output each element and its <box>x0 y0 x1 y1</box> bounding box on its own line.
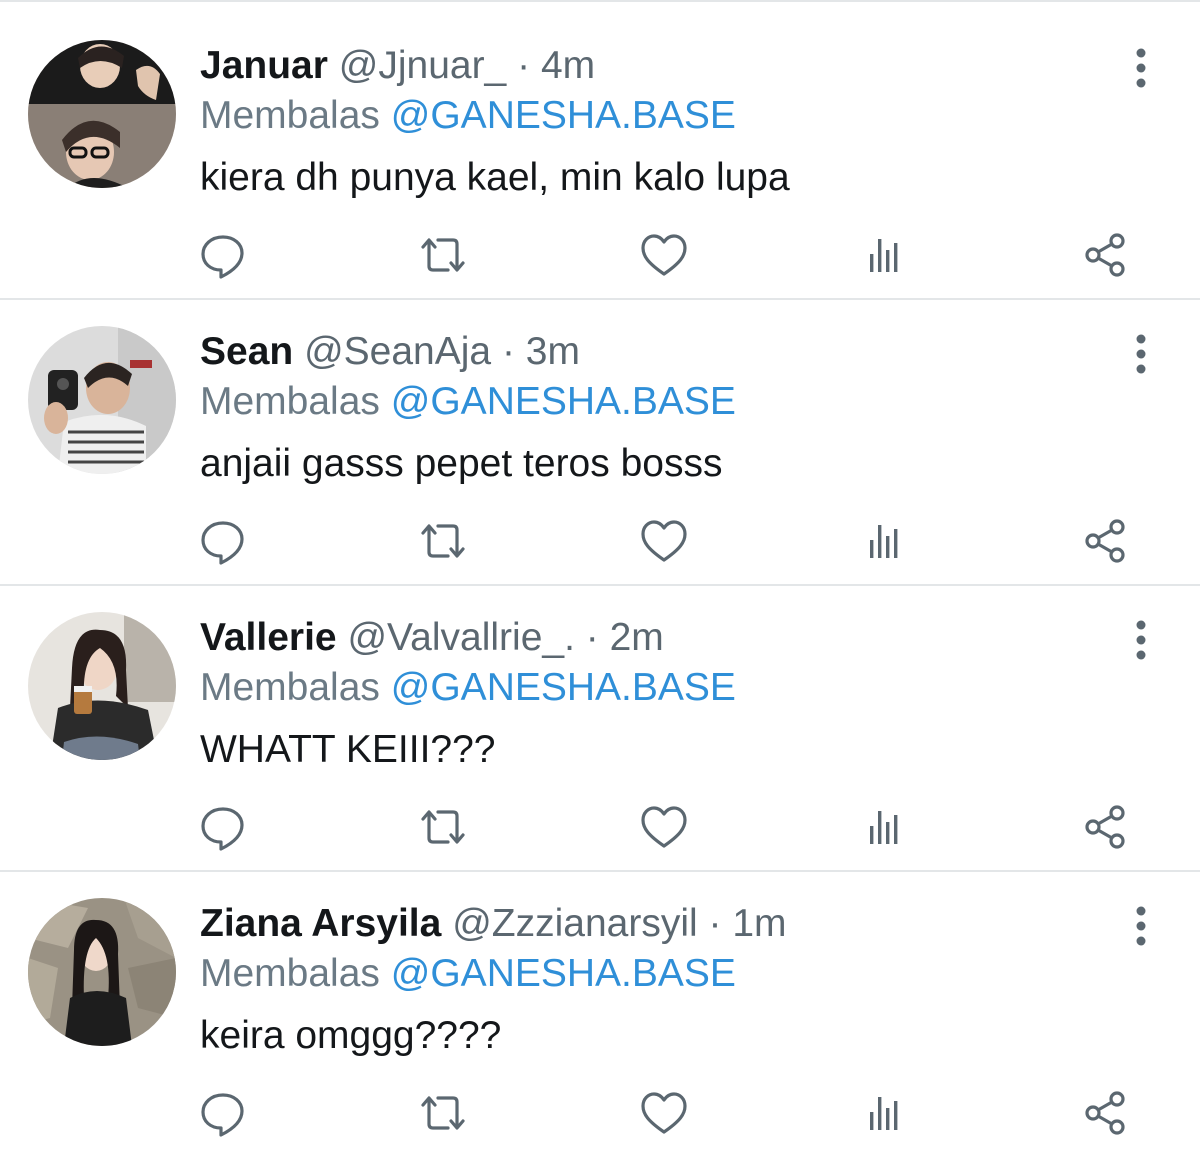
views-icon[interactable] <box>858 228 912 282</box>
tweet-text: anjaii gasss pepet teros bosss <box>200 442 723 485</box>
user-handle[interactable]: @Zzzianarsyil <box>452 902 697 945</box>
reply-prefix: Membalas <box>200 952 380 995</box>
display-name[interactable]: Ziana Arsyila <box>200 902 441 945</box>
share-icon[interactable] <box>1078 228 1132 282</box>
user-handle[interactable]: @Jjnuar_ <box>339 44 507 87</box>
reply-context: Membalas @GANESHA.BASE <box>200 950 1100 998</box>
more-options-icon[interactable] <box>1126 332 1156 376</box>
retweet-icon[interactable] <box>416 800 470 854</box>
reply-context: Membalas @GANESHA.BASE <box>200 378 1100 426</box>
tweet-header: Ziana Arsyila @Zzzianarsyil · 1m <box>200 900 1100 948</box>
reply-icon[interactable] <box>196 800 250 854</box>
action-bar <box>0 800 1200 854</box>
tweet-body: Ziana Arsyila @Zzzianarsyil · 1m Membala… <box>200 900 1100 1060</box>
tweet-header: Januar @Jjnuar_ · 4m <box>200 42 1100 90</box>
separator-dot: · <box>585 616 610 659</box>
separator-dot: · <box>708 902 733 945</box>
user-handle[interactable]: @Valvallrie_. <box>347 616 574 659</box>
reply-prefix: Membalas <box>200 666 380 709</box>
timestamp[interactable]: 4m <box>541 44 595 87</box>
display-name[interactable]: Sean <box>200 330 293 373</box>
like-icon[interactable] <box>637 514 691 568</box>
more-options-icon[interactable] <box>1126 904 1156 948</box>
reply-target-link[interactable]: @GANESHA.BASE <box>391 94 736 137</box>
reply-prefix: Membalas <box>200 94 380 137</box>
tweet-body: Sean @SeanAja · 3m Membalas @GANESHA.BAS… <box>200 328 1100 488</box>
reply-context: Membalas @GANESHA.BASE <box>200 664 1100 712</box>
reply-target-link[interactable]: @GANESHA.BASE <box>391 952 736 995</box>
tweet-body: Vallerie @Valvallrie_. · 2m Membalas @GA… <box>200 614 1100 774</box>
reply-icon[interactable] <box>196 514 250 568</box>
share-icon[interactable] <box>1078 514 1132 568</box>
views-icon[interactable] <box>858 1086 912 1140</box>
views-icon[interactable] <box>858 800 912 854</box>
tweet-header: Vallerie @Valvallrie_. · 2m <box>200 614 1100 662</box>
more-options-icon[interactable] <box>1126 46 1156 90</box>
display-name[interactable]: Vallerie <box>200 616 337 659</box>
reply-context: Membalas @GANESHA.BASE <box>200 92 1100 140</box>
action-bar <box>0 228 1200 282</box>
reply-feed: Januar @Jjnuar_ · 4m Membalas @GANESHA.B… <box>0 0 1200 1158</box>
tweet-header: Sean @SeanAja · 3m <box>200 328 1100 376</box>
tweet[interactable]: Januar @Jjnuar_ · 4m Membalas @GANESHA.B… <box>0 14 1200 300</box>
avatar[interactable] <box>28 612 176 760</box>
like-icon[interactable] <box>637 228 691 282</box>
tweet[interactable]: Vallerie @Valvallrie_. · 2m Membalas @GA… <box>0 586 1200 872</box>
avatar[interactable] <box>28 898 176 1046</box>
more-options-icon[interactable] <box>1126 618 1156 662</box>
share-icon[interactable] <box>1078 800 1132 854</box>
tweet[interactable]: Ziana Arsyila @Zzzianarsyil · 1m Membala… <box>0 872 1200 1158</box>
tweet-text: kiera dh punya kael, min kalo lupa <box>200 156 790 199</box>
action-bar <box>0 514 1200 568</box>
retweet-icon[interactable] <box>416 1086 470 1140</box>
timestamp[interactable]: 1m <box>732 902 786 945</box>
tweet-text: keira omggg???? <box>200 1014 502 1057</box>
avatar[interactable] <box>28 40 176 188</box>
reply-target-link[interactable]: @GANESHA.BASE <box>391 666 736 709</box>
tweet[interactable]: Sean @SeanAja · 3m Membalas @GANESHA.BAS… <box>0 300 1200 586</box>
retweet-icon[interactable] <box>416 514 470 568</box>
user-handle[interactable]: @SeanAja <box>304 330 491 373</box>
tweet-body: Januar @Jjnuar_ · 4m Membalas @GANESHA.B… <box>200 42 1100 202</box>
action-bar <box>0 1086 1200 1140</box>
share-icon[interactable] <box>1078 1086 1132 1140</box>
timestamp[interactable]: 3m <box>526 330 580 373</box>
avatar[interactable] <box>28 326 176 474</box>
reply-icon[interactable] <box>196 228 250 282</box>
timestamp[interactable]: 2m <box>610 616 664 659</box>
reply-prefix: Membalas <box>200 380 380 423</box>
reply-icon[interactable] <box>196 1086 250 1140</box>
display-name[interactable]: Januar <box>200 44 328 87</box>
like-icon[interactable] <box>637 800 691 854</box>
views-icon[interactable] <box>858 514 912 568</box>
separator-dot: · <box>517 44 541 87</box>
reply-target-link[interactable]: @GANESHA.BASE <box>391 380 736 423</box>
tweet-text: WHATT KEIII??? <box>200 728 496 771</box>
retweet-icon[interactable] <box>416 228 470 282</box>
like-icon[interactable] <box>637 1086 691 1140</box>
separator-dot: · <box>501 330 526 373</box>
